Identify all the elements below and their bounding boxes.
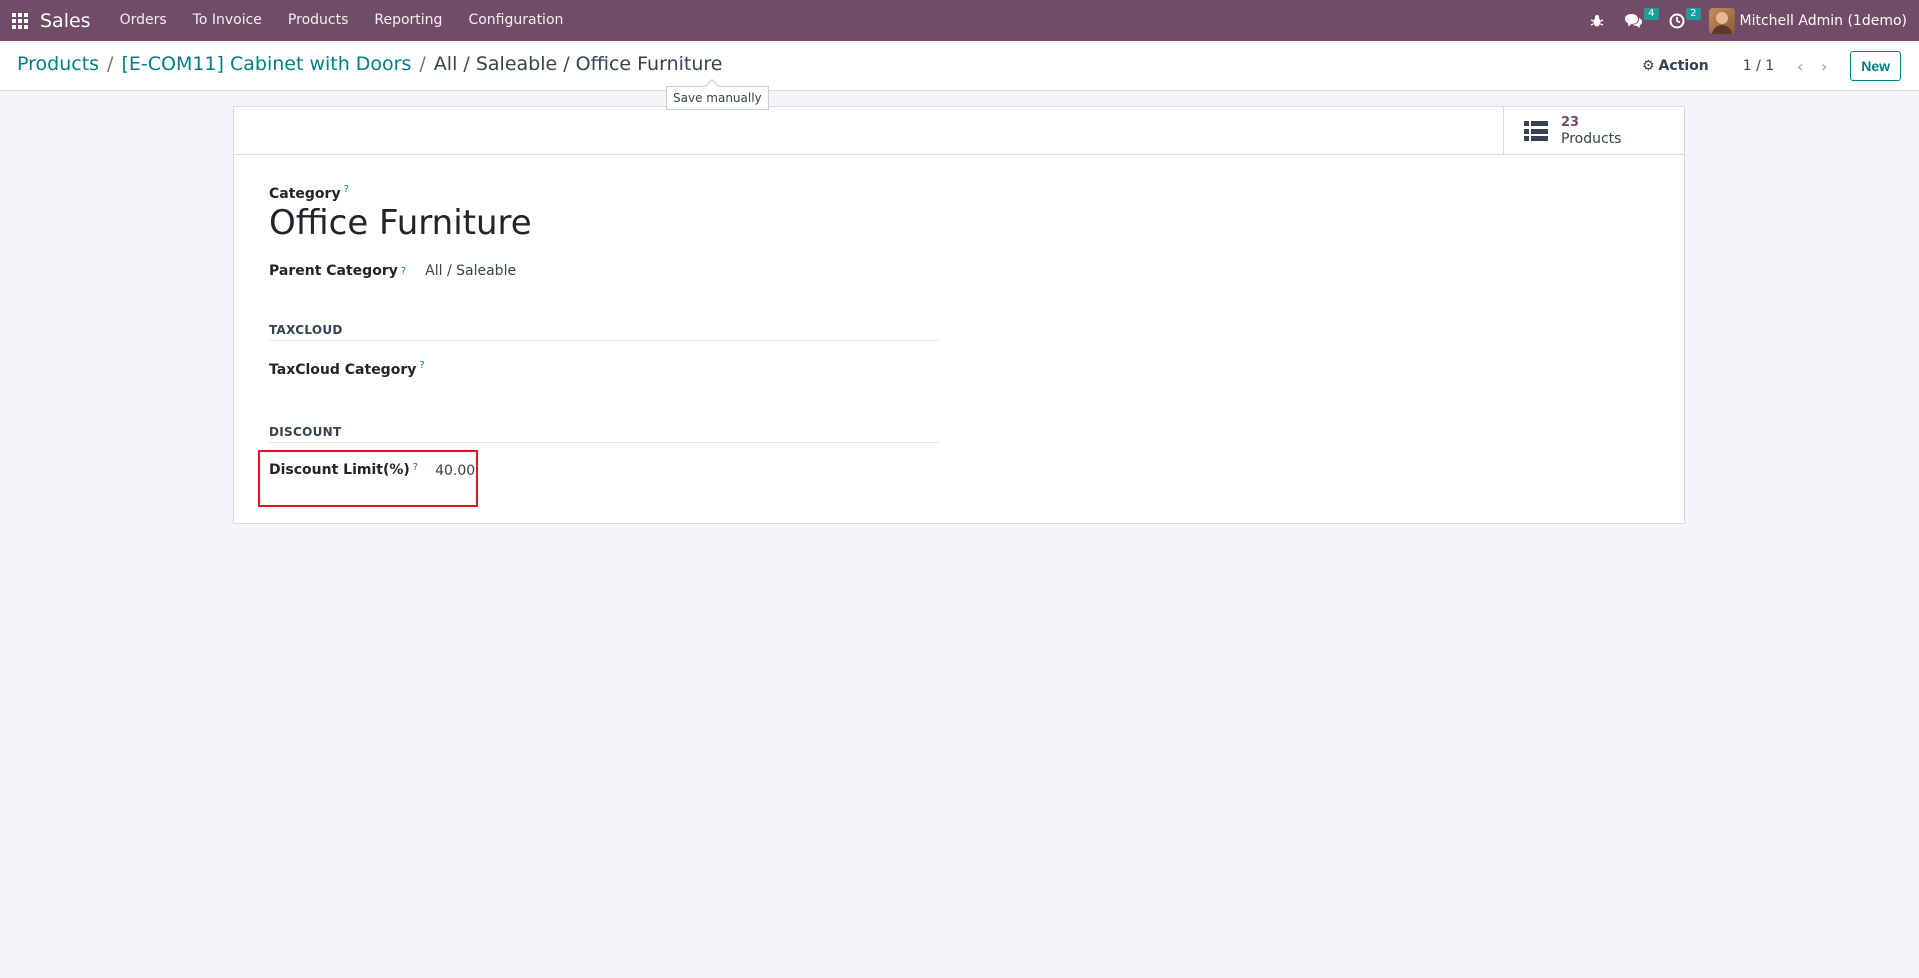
- help-icon[interactable]: ?: [413, 462, 418, 473]
- form-sheet: 23 Products Category? Office Furniture P…: [233, 106, 1685, 524]
- button-box: 23 Products: [234, 107, 1684, 155]
- top-navbar: Sales Orders To Invoice Products Reporti…: [0, 0, 1919, 41]
- apps-menu-button[interactable]: [0, 0, 40, 41]
- breadcrumb-current: All / Saleable / Office Furniture: [433, 53, 723, 75]
- user-menu[interactable]: Mitchell Admin (1demo): [1701, 0, 1919, 41]
- products-label: Products: [1561, 131, 1622, 147]
- messages-count-badge: 4: [1644, 8, 1659, 20]
- breadcrumb-separator: /: [419, 53, 426, 75]
- clock-icon: [1669, 13, 1685, 28]
- menu-configuration[interactable]: Configuration: [455, 0, 576, 41]
- discount-limit-field[interactable]: 40.00: [435, 463, 475, 479]
- control-panel: Products / [E-COM11] Cabinet with Doors …: [0, 41, 1919, 110]
- pager-value[interactable]: 1 / 1: [1743, 58, 1774, 74]
- save-manually-tooltip: Save manually: [666, 86, 769, 110]
- new-button[interactable]: New: [1850, 51, 1901, 81]
- discount-limit-highlight: Discount Limit(%)? 40.00: [258, 450, 478, 507]
- breadcrumb-separator: /: [107, 53, 114, 75]
- category-name-input[interactable]: Office Furniture: [269, 203, 532, 243]
- products-stat-button[interactable]: 23 Products: [1503, 107, 1684, 155]
- activities-button[interactable]: 2: [1659, 0, 1701, 41]
- parent-category-field[interactable]: All / Saleable: [425, 263, 516, 279]
- discount-limit-label: Discount Limit(%): [269, 462, 410, 478]
- category-label: Category: [269, 186, 341, 202]
- breadcrumb: Products / [E-COM11] Cabinet with Doors …: [17, 53, 722, 75]
- menu-orders[interactable]: Orders: [107, 0, 180, 41]
- products-count: 23: [1561, 115, 1580, 130]
- control-panel-right: ⚙ Action 1 / 1 ‹ › New: [1642, 50, 1901, 82]
- debug-button[interactable]: [1580, 0, 1614, 41]
- menu-products[interactable]: Products: [275, 0, 361, 41]
- systray: 4 2 Mitchell Admin (1demo): [1580, 0, 1919, 41]
- action-label: Action: [1658, 58, 1709, 74]
- messages-button[interactable]: 4: [1614, 0, 1659, 41]
- activities-count-badge: 2: [1686, 8, 1701, 20]
- parent-category-label: Parent Category: [269, 263, 398, 279]
- menu-reporting[interactable]: Reporting: [361, 0, 455, 41]
- help-icon[interactable]: ?: [344, 184, 349, 195]
- chevron-left-icon[interactable]: ‹: [1788, 57, 1812, 76]
- action-menu-button[interactable]: ⚙ Action: [1642, 58, 1709, 74]
- help-icon[interactable]: ?: [419, 360, 424, 371]
- taxcloud-section-title: TAXCLOUD: [269, 323, 939, 341]
- grid-icon: [12, 12, 28, 29]
- discount-section-title: DISCOUNT: [269, 425, 939, 443]
- list-icon: [1524, 121, 1548, 141]
- bug-icon: [1590, 14, 1603, 26]
- avatar: [1708, 7, 1735, 34]
- menu-to-invoice[interactable]: To Invoice: [180, 0, 275, 41]
- user-name: Mitchell Admin (1demo): [1739, 12, 1907, 29]
- breadcrumb-product[interactable]: [E-COM11] Cabinet with Doors: [121, 53, 411, 75]
- breadcrumb-products[interactable]: Products: [17, 53, 99, 75]
- chevron-right-icon[interactable]: ›: [1812, 57, 1836, 76]
- help-icon[interactable]: ?: [401, 266, 406, 277]
- gear-icon: ⚙: [1641, 58, 1655, 74]
- taxcloud-category-label: TaxCloud Category: [269, 362, 417, 378]
- chat-icon: [1624, 13, 1642, 28]
- app-name[interactable]: Sales: [40, 10, 91, 32]
